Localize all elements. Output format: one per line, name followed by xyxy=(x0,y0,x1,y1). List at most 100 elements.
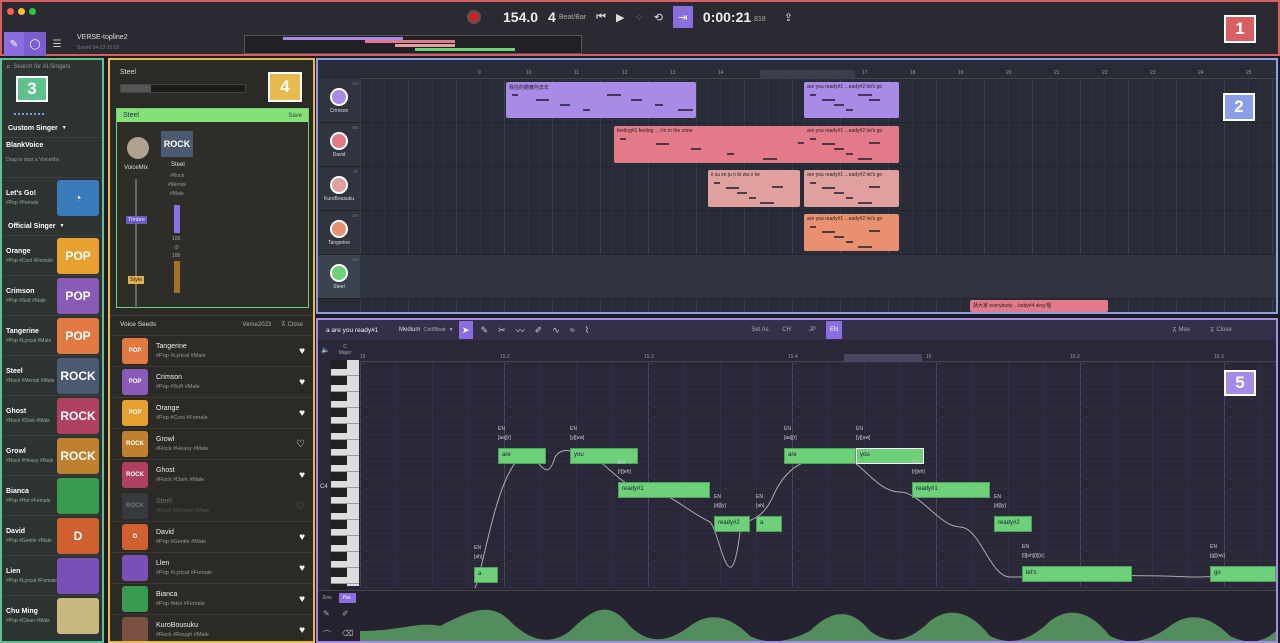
param-line-icon[interactable]: ✐ xyxy=(342,609,349,618)
favorite-heart-icon[interactable]: ♥ xyxy=(299,346,305,357)
singer-item-chu-ming[interactable]: Chu Ming #Pop #Clean #Male xyxy=(2,595,102,635)
close-piano-roll-button[interactable]: Close xyxy=(1216,327,1231,333)
vibrato-tool-icon[interactable]: ∿ xyxy=(552,325,560,336)
voice-seed-growl[interactable]: ROCK Growl #Rock #Heavy #Male ♡ xyxy=(110,428,313,459)
voice-seed-ghost[interactable]: ROCK Ghost #Rock #Dark #Male ♥ xyxy=(110,459,313,490)
pencil-tool-icon[interactable]: ✎ xyxy=(481,325,489,336)
minimize-window-button[interactable] xyxy=(18,8,25,15)
envelope-tab[interactable]: Env. xyxy=(320,593,336,603)
scissors-tool-icon[interactable]: ✂ xyxy=(498,325,506,336)
param-curve-icon[interactable]: ⌒ xyxy=(323,629,331,640)
bpm-value[interactable]: 154.0 xyxy=(503,9,538,25)
favorite-heart-icon[interactable]: ♥ xyxy=(299,408,305,419)
note-block[interactable]: ready#1 xyxy=(912,482,990,498)
singer-item-lien[interactable]: Lien #Pop #Lyrical #Female xyxy=(2,555,102,595)
blank-voice-item[interactable]: BlankVoice Drag to start a VoiceMix xyxy=(2,137,102,177)
voice-seed-david[interactable]: D David #Pop #Gentle #Male ♥ xyxy=(110,521,313,552)
timbre-bar[interactable] xyxy=(174,205,180,233)
voice-seed-tangerine[interactable]: POP Tangerine #Pop #Lyrical #Male ♥ xyxy=(110,335,313,366)
cell-beat-select[interactable]: Cell/Beat xyxy=(423,327,445,333)
speaker-icon[interactable]: 🔈 xyxy=(321,346,330,354)
beat-value[interactable]: 4 xyxy=(548,9,556,25)
pitch-line[interactable] xyxy=(474,450,1276,588)
favorite-heart-icon[interactable]: ♥ xyxy=(299,470,305,481)
grid-icon[interactable]: ⁘ xyxy=(634,11,643,24)
search-input[interactable]: Search for AI-Singers xyxy=(13,64,70,70)
note-block[interactable]: a xyxy=(756,516,782,532)
close-icon[interactable]: ⊼ xyxy=(281,321,285,328)
loop-icon[interactable]: ⟲ xyxy=(654,11,663,24)
favorite-heart-icon[interactable]: ♥ xyxy=(299,377,305,388)
select-tool-icon[interactable]: ➤ xyxy=(458,321,473,339)
singer-item-bianca[interactable]: Bianca #Pop #Hot #Female xyxy=(2,475,102,515)
voice-seed-steel[interactable]: ROCK Steel #Rock #Mental #Male ♡ xyxy=(110,490,313,521)
play-icon[interactable]: ▶ xyxy=(616,11,624,24)
official-singer-header[interactable]: Official Singer ▼ xyxy=(2,217,102,235)
clip-name[interactable]: a are you ready#1 xyxy=(326,327,399,334)
singer-item-growl[interactable]: Growl #Rock #Heavy #Male ROCK xyxy=(2,435,102,475)
favorite-heart-icon[interactable]: ♡ xyxy=(296,439,305,450)
track-header-david[interactable]: EN David xyxy=(318,123,360,167)
voice-seed-llen[interactable]: Llen #Pop #Lyrical #Female ♥ xyxy=(110,552,313,583)
note-block[interactable]: ready#2 xyxy=(714,516,750,532)
parameter-tab[interactable]: Par. xyxy=(338,593,356,603)
piano-keyboard[interactable] xyxy=(331,360,359,600)
pitch-draw-icon[interactable]: ✐ xyxy=(535,325,543,336)
voice-seed-bianca[interactable]: Bianca #Pop #Hot #Female ♥ xyxy=(110,583,313,614)
note-block[interactable]: are xyxy=(498,448,546,464)
smooth-tool-icon[interactable]: ⌇ xyxy=(585,325,589,336)
skip-back-icon[interactable]: ⏮ xyxy=(596,11,606,24)
favorite-heart-icon[interactable]: ♥ xyxy=(299,532,305,543)
singer-item-steel[interactable]: Steel #Rock #Mental #Male ROCK xyxy=(2,355,102,395)
export-icon[interactable]: ⇪ xyxy=(784,11,793,24)
wave-tool-icon[interactable]: ≈ xyxy=(570,325,575,335)
grid-size-select[interactable]: Medium xyxy=(399,327,420,333)
param-draw-icon[interactable]: ✎ xyxy=(323,609,330,618)
parameter-curve[interactable] xyxy=(360,591,1276,643)
maximize-button[interactable]: Max xyxy=(1179,327,1190,333)
voice-view-icon[interactable]: ◯ xyxy=(24,32,46,56)
pitch-tool-icon[interactable]: 〰 xyxy=(516,324,525,337)
favorite-heart-icon[interactable]: ♥ xyxy=(299,563,305,574)
favorite-heart-icon[interactable]: ♥ xyxy=(299,594,305,605)
song-overview[interactable] xyxy=(244,35,582,54)
close-icon[interactable]: ⊼ xyxy=(1210,327,1214,334)
custom-singer-header[interactable]: Custom Singer ▼ xyxy=(2,119,102,137)
voicemix-slider-track[interactable] xyxy=(135,179,137,309)
note-block[interactable]: go xyxy=(1210,566,1276,582)
key-label[interactable]: C Major xyxy=(338,344,352,356)
lang-ch-button[interactable]: CH xyxy=(782,327,791,333)
param-erase-icon[interactable]: ⌫ xyxy=(342,629,353,638)
note-block[interactable]: are xyxy=(784,448,856,464)
track-header-kurobousuku[interactable]: JP KuroBousuku xyxy=(318,167,360,211)
close-seeds-button[interactable]: Close xyxy=(288,322,303,328)
singer-item-tangerine[interactable]: Tangerine #Pop #Lyrical #Male POP xyxy=(2,315,102,355)
pitch-curve[interactable] xyxy=(360,362,1276,588)
mix-name[interactable]: Steel xyxy=(123,112,139,119)
record-button[interactable] xyxy=(467,10,481,24)
save-button[interactable]: Save xyxy=(288,113,302,119)
singer-search[interactable]: ⌕ Search for AI-Singers xyxy=(2,60,102,73)
mixer-icon[interactable]: ☰ xyxy=(46,32,68,56)
track-header-crimson[interactable]: CH Crimson xyxy=(318,79,360,123)
singer-item-crimson[interactable]: Crimson #Pop #Soft #Male POP xyxy=(2,275,102,315)
lang-en-button[interactable]: EN xyxy=(825,321,843,339)
voice-seeds-version[interactable]: Verse2023 xyxy=(243,322,272,328)
track-clip[interactable]: 請大家 everybody ...body#4 sing 喔 xyxy=(970,300,1108,312)
track-header-tangerine[interactable]: CH Tangerine xyxy=(318,211,360,255)
singer-view-icon[interactable]: ✎ xyxy=(4,32,24,56)
singer-item-david[interactable]: David #Pop #Gentle #Male D xyxy=(2,515,102,555)
note-block[interactable]: a xyxy=(474,567,498,583)
link-icon[interactable]: ⊙ xyxy=(174,244,179,251)
close-window-button[interactable] xyxy=(7,8,14,15)
note-block[interactable]: ready#1 xyxy=(618,482,710,498)
zoom-window-button[interactable] xyxy=(29,8,36,15)
follow-playhead-button[interactable]: ⇥ xyxy=(672,6,693,28)
voice-seed-kurobousuku[interactable]: KuroBousuku #Rock #Rough #Male ♥ xyxy=(110,614,313,641)
voice-seed-crimson[interactable]: POP Crimson #Pop #Soft #Male ♥ xyxy=(110,366,313,397)
voice-seed-orange[interactable]: POP Orange #Pop #Cool #Female ♥ xyxy=(110,397,313,428)
piano-roll-ruler[interactable]: 15 15.2 15.3 15.4 16 16.2 16.3 xyxy=(360,354,1276,362)
singer-item-letsgo[interactable]: Let's Go! #Pop #Female ◔ xyxy=(2,177,102,217)
lang-jp-button[interactable]: JP xyxy=(809,327,816,333)
maximize-icon[interactable]: ⊼ xyxy=(1172,327,1176,334)
